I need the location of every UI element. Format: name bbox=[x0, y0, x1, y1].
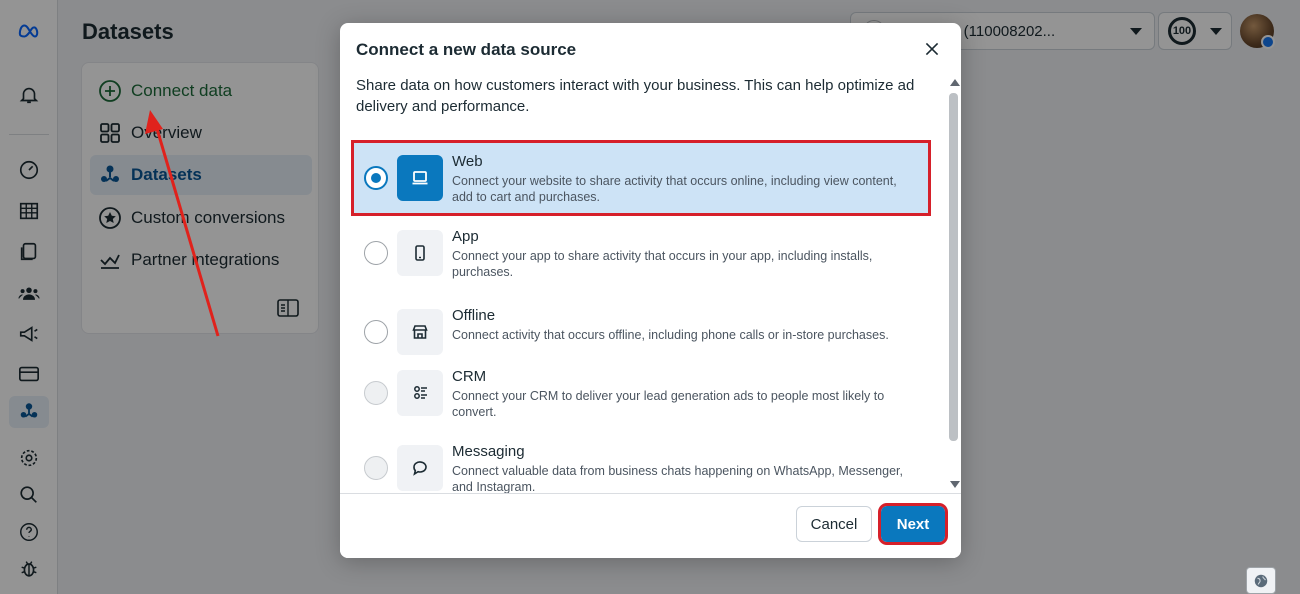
option-title: Offline bbox=[452, 307, 496, 324]
radio-app[interactable] bbox=[364, 241, 388, 265]
radio-offline[interactable] bbox=[364, 320, 388, 344]
scroll-down-arrow-icon[interactable] bbox=[950, 481, 960, 488]
radio-crm[interactable] bbox=[364, 381, 388, 405]
option-title: App bbox=[452, 228, 479, 245]
option-description: Connect your website to share activity t… bbox=[452, 174, 897, 204]
option-web[interactable]: Web Connect your website to share activi… bbox=[351, 140, 931, 216]
option-description: Connect valuable data from business chat… bbox=[452, 464, 903, 493]
next-button[interactable]: Next bbox=[878, 503, 948, 545]
option-description: Connect activity that occurs offline, in… bbox=[452, 328, 889, 342]
scrollbar-thumb[interactable] bbox=[949, 93, 958, 441]
dialog-scrollbar[interactable] bbox=[946, 75, 961, 493]
option-offline[interactable]: Offline Connect activity that occurs off… bbox=[354, 297, 928, 367]
dialog-description: Share data on how customers interact wit… bbox=[356, 77, 915, 115]
radio-web[interactable] bbox=[364, 166, 388, 190]
dialog-title: Connect a new data source bbox=[356, 40, 577, 59]
dialog-body[interactable]: Share data on how customers interact wit… bbox=[340, 75, 946, 493]
chat-icon bbox=[397, 445, 443, 491]
option-description: Connect your app to share activity that … bbox=[452, 249, 873, 279]
option-messaging[interactable]: Messaging Connect valuable data from bus… bbox=[354, 433, 928, 493]
option-app[interactable]: App Connect your app to share activity t… bbox=[354, 218, 928, 288]
store-icon bbox=[397, 309, 443, 355]
radio-messaging[interactable] bbox=[364, 456, 388, 480]
laptop-icon bbox=[397, 155, 443, 201]
dialog-footer: Cancel Next bbox=[340, 493, 961, 558]
option-title: Messaging bbox=[452, 443, 525, 460]
scroll-up-arrow-icon[interactable] bbox=[950, 79, 960, 86]
connect-data-source-dialog: Connect a new data source Share data on … bbox=[340, 23, 961, 558]
option-crm[interactable]: CRM Connect your CRM to deliver your lea… bbox=[354, 358, 928, 428]
option-title: Web bbox=[452, 153, 483, 170]
crm-icon bbox=[397, 370, 443, 416]
cancel-button[interactable]: Cancel bbox=[796, 506, 872, 542]
globe-icon[interactable] bbox=[1246, 567, 1276, 594]
option-title: CRM bbox=[452, 368, 487, 385]
option-description: Connect your CRM to deliver your lead ge… bbox=[452, 389, 885, 419]
close-icon[interactable] bbox=[922, 39, 942, 59]
phone-icon bbox=[397, 230, 443, 276]
